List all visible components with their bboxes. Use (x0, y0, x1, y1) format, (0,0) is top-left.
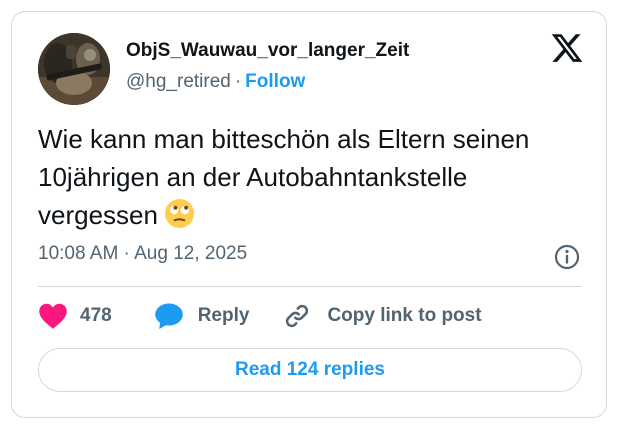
avatar[interactable] (38, 33, 110, 105)
user-handle[interactable]: @hg_retired (126, 71, 231, 92)
handle-line: @hg_retired · Follow (126, 71, 305, 93)
post-text: Wie kann man bitteschön als Eltern seine… (38, 120, 558, 234)
post-text-content: Wie kann man bitteschön als Eltern seine… (38, 124, 530, 230)
post-timestamp[interactable]: 10:08 AM · Aug 12, 2025 (38, 243, 247, 265)
like-count: 478 (80, 305, 112, 326)
divider (38, 286, 582, 287)
action-bar: 478 Reply Copy link to post (38, 300, 482, 332)
read-replies-button[interactable]: Read 124 replies (38, 348, 582, 392)
heart-icon (39, 303, 67, 329)
copy-link-button[interactable]: Copy link to post (283, 302, 482, 330)
follow-button[interactable]: Follow (245, 71, 305, 92)
info-icon[interactable] (553, 243, 581, 271)
copy-link-label: Copy link to post (327, 305, 482, 326)
x-logo-icon[interactable] (550, 31, 584, 65)
embedded-post-card: ObjS_Wauwau_vor_langer_Zeit @hg_retired ·… (11, 11, 607, 418)
reply-button[interactable]: Reply (154, 302, 250, 330)
like-button[interactable]: 478 (38, 302, 112, 330)
display-name[interactable]: ObjS_Wauwau_vor_langer_Zeit (126, 40, 409, 62)
link-icon (286, 304, 309, 328)
reply-label: Reply (197, 305, 250, 326)
face-with-rolling-eyes-icon (164, 198, 194, 229)
separator-dot: · (234, 71, 242, 92)
speech-bubble-icon (154, 303, 183, 329)
